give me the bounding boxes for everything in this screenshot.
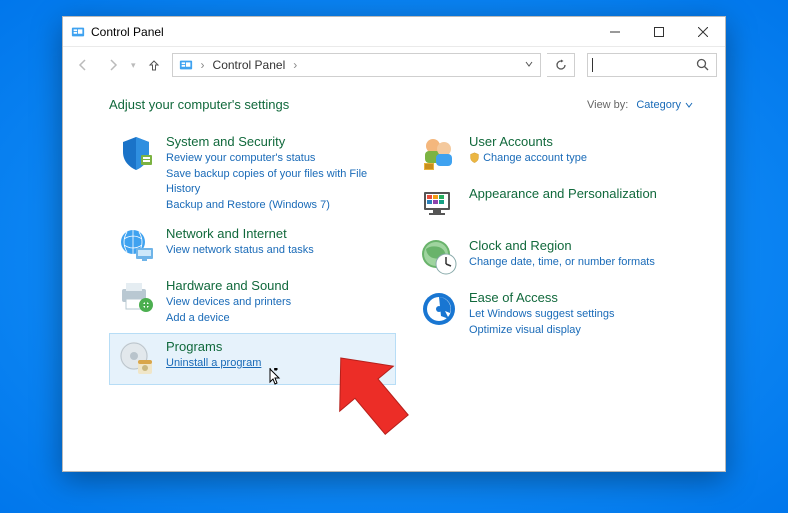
category-body: Clock and Region Change date, time, or n… — [469, 237, 655, 277]
category-body: User Accounts Change account type — [469, 133, 587, 173]
category-body: Network and Internet View network status… — [166, 225, 314, 265]
programs-icon — [116, 338, 156, 378]
category-title[interactable]: Clock and Region — [469, 237, 655, 254]
category-body: System and Security Review your computer… — [166, 133, 389, 213]
category-title[interactable]: Ease of Access — [469, 289, 615, 306]
shield-icon — [116, 133, 156, 173]
category-user-accounts[interactable]: User Accounts Change account type — [412, 128, 699, 180]
category-hardware-sound[interactable]: Hardware and Sound View devices and prin… — [109, 272, 396, 333]
close-button[interactable] — [681, 17, 725, 46]
category-columns: System and Security Review your computer… — [109, 128, 699, 385]
breadcrumb-control-panel[interactable]: Control Panel — [213, 58, 286, 72]
user-accounts-icon — [419, 133, 459, 173]
globe-icon — [116, 225, 156, 265]
search-input[interactable] — [594, 58, 710, 72]
control-panel-window: Control Panel ▾ — [62, 16, 726, 472]
category-title[interactable]: Programs — [166, 338, 261, 355]
printer-icon — [116, 277, 156, 317]
page-heading: Adjust your computer's settings — [109, 97, 289, 112]
breadcrumb-separator: › — [291, 58, 299, 72]
view-by-value: Category — [636, 99, 681, 111]
category-title[interactable]: Appearance and Personalization — [469, 185, 657, 202]
refresh-button[interactable] — [547, 53, 575, 77]
right-column: User Accounts Change account type Appear… — [412, 128, 699, 385]
category-ease-of-access[interactable]: Ease of Access Let Windows suggest setti… — [412, 284, 699, 345]
search-caret — [592, 58, 593, 72]
category-system-security[interactable]: System and Security Review your computer… — [109, 128, 396, 220]
titlebar: Control Panel — [63, 17, 725, 47]
addressbar-dropdown-icon[interactable] — [524, 58, 534, 72]
category-title[interactable]: Hardware and Sound — [166, 277, 291, 294]
category-title[interactable]: User Accounts — [469, 133, 587, 150]
category-programs[interactable]: Programs Uninstall a program — [109, 333, 396, 385]
category-link[interactable]: View network status and tasks — [166, 243, 314, 258]
category-title[interactable]: Network and Internet — [166, 225, 314, 242]
addressbar-control-panel-icon — [179, 58, 193, 72]
category-link[interactable]: View devices and printers — [166, 295, 291, 310]
category-link[interactable]: Optimize visual display — [469, 323, 615, 338]
category-body: Hardware and Sound View devices and prin… — [166, 277, 291, 326]
navigation-row: ▾ › Control Panel › — [63, 47, 725, 83]
category-link[interactable]: Change account type — [469, 151, 587, 166]
view-by-dropdown[interactable]: Category — [636, 99, 693, 111]
category-link[interactable]: Save backup copies of your files with Fi… — [166, 167, 389, 197]
category-link[interactable]: Change date, time, or number formats — [469, 255, 655, 270]
category-link[interactable]: Let Windows suggest settings — [469, 307, 615, 322]
appearance-icon — [419, 185, 459, 225]
address-bar[interactable]: › Control Panel › — [172, 53, 541, 77]
category-link[interactable]: Review your computer's status — [166, 151, 389, 166]
category-body: Ease of Access Let Windows suggest setti… — [469, 289, 615, 338]
clock-icon — [419, 237, 459, 277]
view-by-label: View by: — [587, 99, 628, 111]
nav-back-button[interactable] — [71, 53, 95, 77]
category-link-text: Change account type — [483, 152, 587, 164]
uninstall-program-link[interactable]: Uninstall a program — [166, 356, 261, 371]
control-panel-icon — [71, 25, 85, 39]
window-controls — [593, 17, 725, 46]
category-clock-region[interactable]: Clock and Region Change date, time, or n… — [412, 232, 699, 284]
category-body: Programs Uninstall a program — [166, 338, 261, 378]
view-by: View by: Category — [587, 99, 693, 111]
category-title[interactable]: System and Security — [166, 133, 389, 150]
category-network-internet[interactable]: Network and Internet View network status… — [109, 220, 396, 272]
category-appearance-personalization[interactable]: Appearance and Personalization — [412, 180, 699, 232]
search-icon — [696, 58, 710, 75]
breadcrumb-separator: › — [199, 58, 207, 72]
category-body: Appearance and Personalization — [469, 185, 657, 225]
search-box[interactable] — [587, 53, 717, 77]
category-link[interactable]: Backup and Restore (Windows 7) — [166, 198, 389, 213]
window-title: Control Panel — [91, 25, 164, 39]
heading-row: Adjust your computer's settings View by:… — [109, 97, 699, 112]
category-link[interactable]: Add a device — [166, 311, 291, 326]
left-column: System and Security Review your computer… — [109, 128, 396, 385]
titlebar-left: Control Panel — [71, 25, 164, 39]
nav-recent-dropdown[interactable]: ▾ — [131, 60, 136, 71]
nav-forward-button[interactable] — [101, 53, 125, 77]
minimize-button[interactable] — [593, 17, 637, 46]
content-area: Adjust your computer's settings View by:… — [63, 83, 725, 471]
maximize-button[interactable] — [637, 17, 681, 46]
ease-of-access-icon — [419, 289, 459, 329]
nav-up-button[interactable] — [142, 53, 166, 77]
